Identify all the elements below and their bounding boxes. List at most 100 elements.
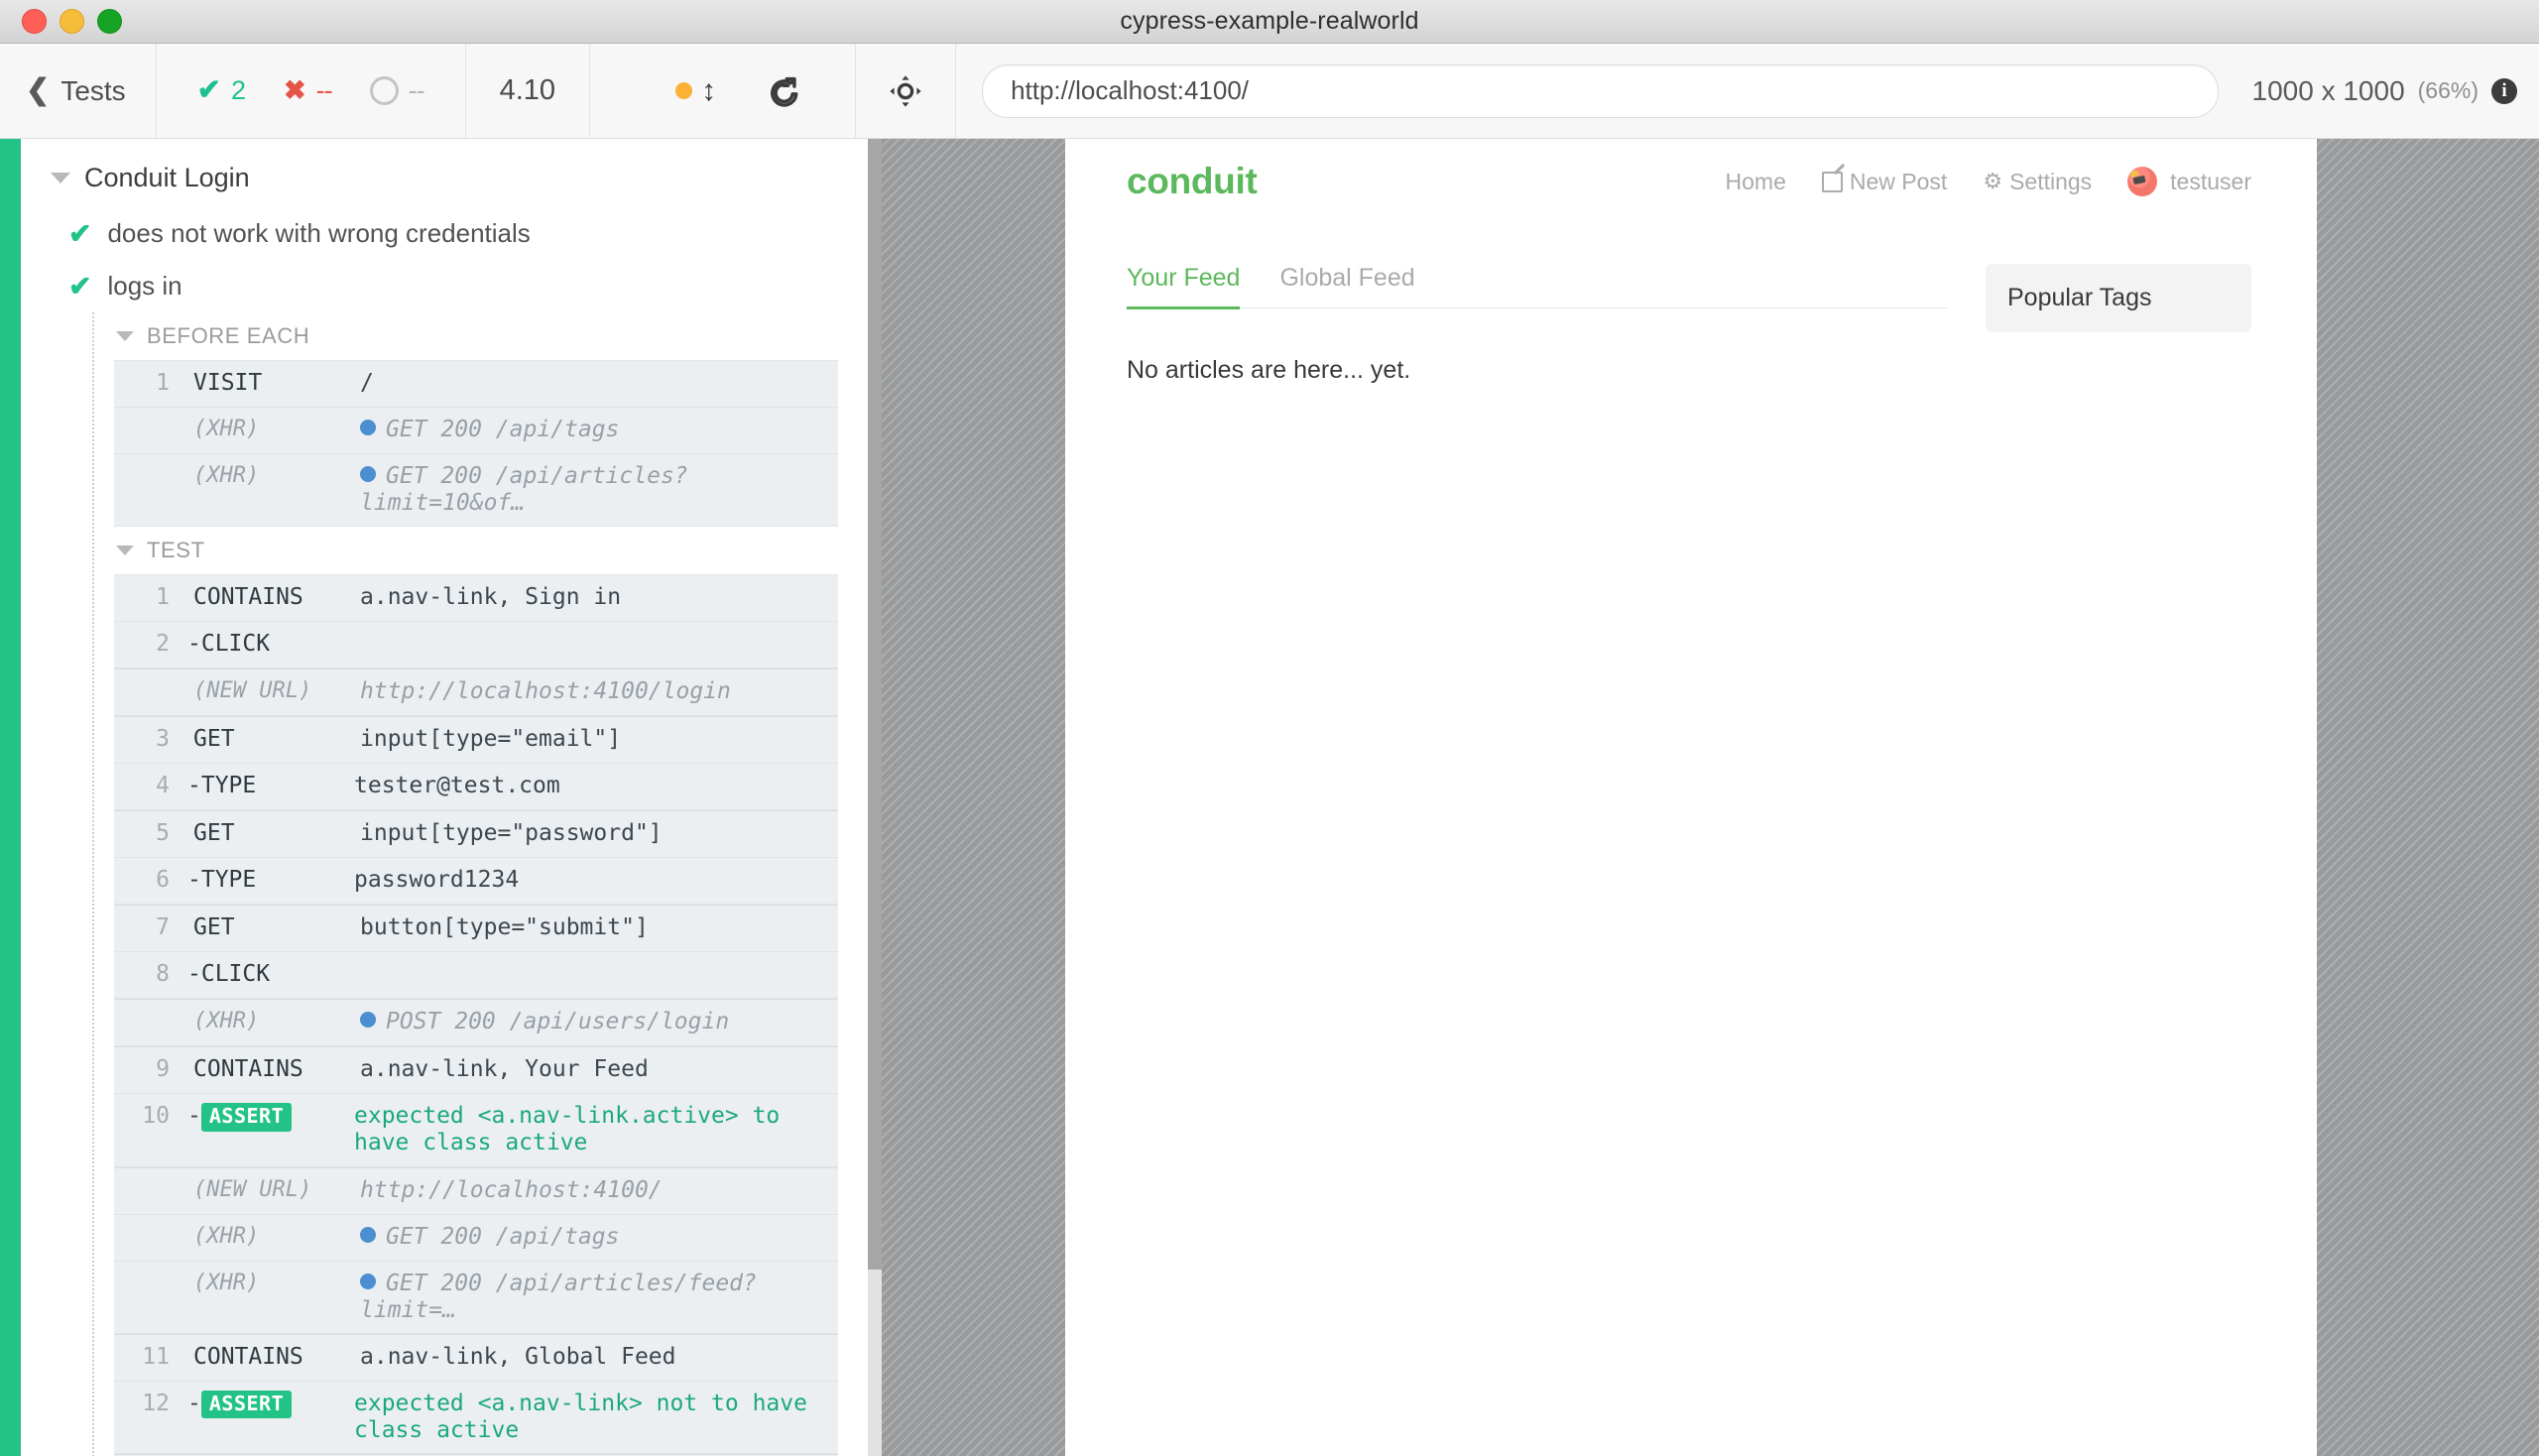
command-message: button[type="submit"] [360, 914, 838, 941]
reporter-scrollbar-track[interactable] [868, 139, 882, 1456]
command-row-xhr[interactable]: (XHR) GET 200 /api/tags [114, 408, 838, 454]
test-item[interactable]: ✔ logs in [21, 260, 868, 312]
command-number: 3 [114, 726, 180, 753]
command-message: tester@test.com [354, 773, 838, 799]
command-number: 2 [114, 631, 180, 658]
aut-iframe[interactable]: conduit Home New Post ⚙ Setting [1065, 139, 2317, 1456]
reporter-scrollbar-thumb[interactable] [868, 139, 882, 1270]
command-row-new-url[interactable]: (NEW URL) http://localhost:4100/login [114, 668, 838, 716]
assert-badge: ASSERT [201, 1391, 292, 1419]
cypress-test-runner-window: cypress-example-realworld ❮ Tests ✔ 2 ✖ … [0, 0, 2539, 1456]
command-row[interactable]: 4 -TYPE tester@test.com [114, 764, 838, 810]
child-dash: - [187, 1391, 201, 1416]
tab-your-feed[interactable]: Your Feed [1127, 264, 1260, 307]
command-message: GET 200 /api/tags [386, 417, 619, 442]
nav-link-profile-label: testuser [2170, 169, 2251, 195]
nav-link-new-post[interactable]: New Post [1804, 169, 1965, 195]
command-message: POST 200 /api/users/login [386, 1009, 729, 1034]
command-row-assert[interactable]: 12 -ASSERT expected <a.nav-link> not to … [114, 1382, 838, 1454]
window-traffic-lights [0, 9, 122, 34]
hook-label: TEST [147, 538, 205, 563]
auto-scroll-toggle[interactable]: ↕ [650, 76, 742, 106]
hook-header-before-each[interactable]: BEFORE EACH [94, 312, 868, 360]
viewport-info[interactable]: 1000 x 1000 (66%) i [2244, 44, 2539, 138]
auto-scroll-icon: ↕ [701, 76, 716, 106]
command-row-assert[interactable]: 10 -ASSERT expected <a.nav-link.active> … [114, 1094, 838, 1166]
command-message: GET 200 /api/tags [386, 1224, 619, 1250]
command-row[interactable]: 9 CONTAINS a.nav-link, Your Feed [114, 1046, 838, 1094]
hook-label: BEFORE EACH [147, 323, 309, 349]
command-name-wrap: -ASSERT [180, 1391, 354, 1419]
command-row[interactable]: 8 -CLICK [114, 952, 838, 999]
nav-link-settings[interactable]: ⚙ Settings [1965, 169, 2110, 195]
tab-global-feed[interactable]: Global Feed [1260, 264, 1434, 307]
command-message-wrap: GET 200 /api/tags [360, 1224, 838, 1251]
chevron-down-icon [116, 546, 134, 555]
command-row[interactable]: 1 VISIT / [114, 361, 838, 408]
close-window-button[interactable] [22, 9, 47, 34]
viewport-size: 1000 x 1000 [2252, 75, 2405, 107]
stat-passed-count: 2 [231, 75, 246, 106]
conduit-app: conduit Home New Post ⚙ Setting [1065, 139, 2317, 385]
command-number: 11 [114, 1344, 180, 1371]
command-row[interactable]: 6 -TYPE password1234 [114, 858, 838, 905]
back-to-tests-button[interactable]: ❮ Tests [0, 44, 156, 138]
command-message: input[type="email"] [360, 726, 838, 753]
hooks-container: BEFORE EACH 1 VISIT / (XHR) GET 200 /api… [92, 312, 868, 1456]
command-message: / [360, 370, 838, 397]
command-row-new-url[interactable]: (NEW URL) http://localhost:4100/ [114, 1167, 838, 1215]
selector-playground-button[interactable] [856, 44, 955, 138]
conduit-navbar: conduit Home New Post ⚙ Setting [1065, 139, 2317, 212]
nav-link-home[interactable]: Home [1708, 169, 1804, 195]
tab-global-feed-label: Global Feed [1279, 264, 1414, 292]
check-icon: ✔ [197, 76, 221, 105]
zoom-window-button[interactable] [97, 9, 122, 34]
command-row[interactable]: 7 GET button[type="submit"] [114, 905, 838, 952]
url-input[interactable] [1009, 74, 2191, 107]
minimize-window-button[interactable] [60, 9, 84, 34]
command-row[interactable]: 2 -CLICK [114, 622, 838, 668]
tab-your-feed-label: Your Feed [1127, 264, 1240, 292]
run-duration: 4.10 [466, 44, 589, 138]
command-message: input[type="password"] [360, 820, 838, 847]
url-bar[interactable] [982, 64, 2218, 118]
command-name: (NEW URL) [180, 678, 360, 704]
conduit-brand[interactable]: conduit [1127, 161, 1257, 202]
check-icon: ✔ [68, 273, 91, 301]
command-name: GET [180, 726, 360, 753]
command-number: 6 [114, 867, 180, 894]
test-item[interactable]: ✔ does not work with wrong credentials [21, 207, 868, 260]
suite-header[interactable]: Conduit Login [21, 149, 868, 207]
crosshair-icon [888, 73, 923, 109]
command-row[interactable]: 11 CONTAINS a.nav-link, Global Feed [114, 1334, 838, 1382]
command-row[interactable]: 3 GET input[type="email"] [114, 716, 838, 764]
command-number: 9 [114, 1056, 180, 1083]
command-row[interactable]: 1 CONTAINS a.nav-link, Sign in [114, 575, 838, 622]
command-row-xhr[interactable]: (XHR) GET 200 /api/tags [114, 1215, 838, 1262]
command-message: a.nav-link, Your Feed [360, 1056, 838, 1083]
empty-feed-message: No articles are here... yet. [1127, 308, 1948, 385]
command-row[interactable]: 5 GET input[type="password"] [114, 810, 838, 858]
info-icon[interactable]: i [2491, 78, 2517, 104]
restart-tests-button[interactable] [742, 74, 827, 108]
command-row-xhr[interactable]: (XHR) GET 200 /api/articles?limit=10&of… [114, 454, 838, 527]
command-number: 8 [114, 961, 180, 988]
check-icon: ✔ [68, 220, 91, 248]
aut-left-gutter [882, 139, 1065, 1456]
command-row-xhr[interactable]: (XHR) POST 200 /api/users/login [114, 999, 838, 1046]
child-dash: - [187, 1103, 201, 1129]
nav-link-profile[interactable]: testuser [2110, 167, 2251, 196]
command-row-xhr[interactable]: (XHR) GET 200 /api/articles/feed?limit=… [114, 1262, 838, 1334]
window-titlebar: cypress-example-realworld [0, 0, 2539, 44]
command-name: (XHR) [180, 417, 360, 442]
stat-failed-count: -- [316, 75, 332, 106]
command-name: (NEW URL) [180, 1177, 360, 1203]
command-name: GET [180, 820, 360, 847]
xhr-status-dot-icon [360, 1012, 376, 1028]
command-name: (XHR) [180, 463, 360, 489]
auto-scroll-status-dot-icon [675, 82, 692, 99]
runner-body: Conduit Login ✔ does not work with wrong… [0, 139, 2539, 1456]
nav-link-home-label: Home [1726, 169, 1786, 195]
hook-header-test[interactable]: TEST [94, 527, 868, 574]
command-number: 5 [114, 820, 180, 847]
